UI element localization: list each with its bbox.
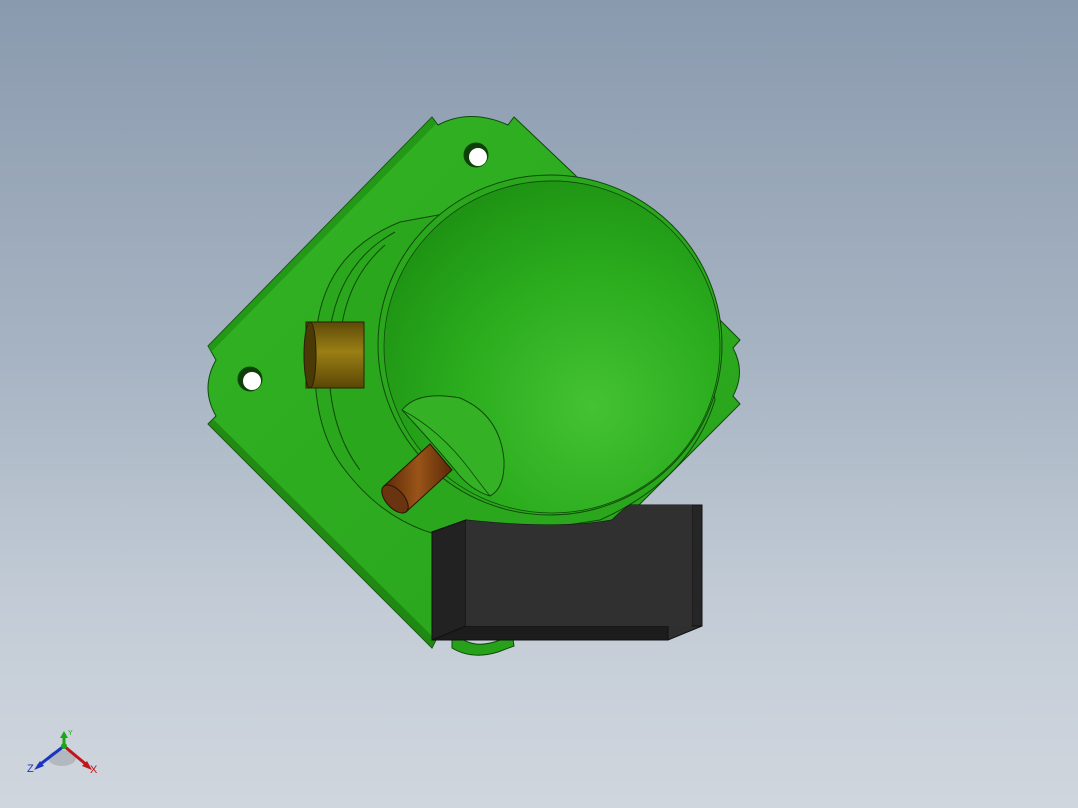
suction-pipe[interactable] [303, 321, 365, 389]
triad-axes-icon [34, 731, 92, 770]
compressor-model[interactable] [0, 0, 1078, 808]
triad-x-label: X [90, 764, 98, 776]
reference-triad[interactable]: Z X Y [26, 728, 106, 788]
triad-y-label: Y [68, 730, 73, 737]
terminal-box[interactable] [431, 504, 703, 641]
triad-z-label: Z [27, 763, 34, 775]
graphics-viewport[interactable]: Z X Y [0, 0, 1078, 808]
